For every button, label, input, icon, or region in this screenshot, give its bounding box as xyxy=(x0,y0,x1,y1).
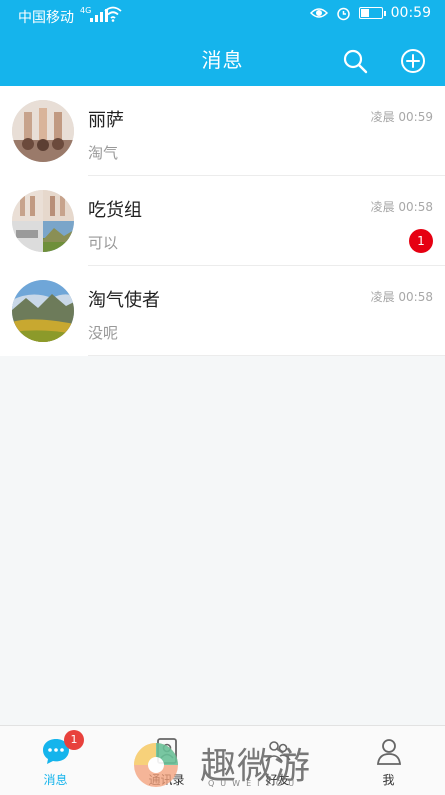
message-time: 凌晨 00:59 xyxy=(370,110,433,124)
wifi-icon xyxy=(104,6,122,22)
eye-icon xyxy=(309,8,328,18)
status-time: 00:59 xyxy=(390,5,431,21)
tab-badge: 1 xyxy=(64,730,84,750)
conversation-list: 丽萨 淘气 凌晨 00:59 吃货组 可以 凌晨 00:58 1 淘气使者 没呢… xyxy=(0,86,445,356)
watermark-logo-icon xyxy=(134,743,178,787)
app-header: 中国移动 4G 00:59 消息 xyxy=(0,0,445,86)
divider xyxy=(88,355,445,356)
watermark: 趣微游 QUWEIYOU xyxy=(130,735,330,793)
avatar xyxy=(12,100,74,162)
network-type-label: 4G xyxy=(80,6,92,15)
contact-name: 吃货组 xyxy=(88,200,142,221)
message-preview: 淘气 xyxy=(88,144,119,162)
conversation-row[interactable]: 丽萨 淘气 凌晨 00:59 xyxy=(0,86,445,176)
status-bar: 中国移动 4G 00:59 xyxy=(0,0,445,32)
message-time: 凌晨 00:58 xyxy=(370,200,433,214)
watermark-subtext: QUWEIYOU xyxy=(208,779,301,788)
search-icon[interactable] xyxy=(342,48,368,74)
avatar xyxy=(12,190,74,252)
alarm-icon xyxy=(336,7,350,20)
person-icon xyxy=(376,739,401,765)
conversation-row[interactable]: 淘气使者 没呢 凌晨 00:58 xyxy=(0,266,445,356)
group-avatar-icon xyxy=(12,190,74,252)
tab-label: 消息 xyxy=(43,773,68,787)
title-bar: 消息 xyxy=(0,32,445,86)
avatar-photo-icon xyxy=(12,280,74,342)
tab-me[interactable]: 我 xyxy=(333,726,444,795)
contact-name: 丽萨 xyxy=(88,110,124,131)
tab-messages[interactable]: 1 消息 xyxy=(0,726,111,795)
message-time: 凌晨 00:58 xyxy=(370,290,433,304)
carrier-label: 中国移动 xyxy=(18,10,74,26)
add-icon[interactable] xyxy=(400,48,426,74)
avatar-photo-icon xyxy=(12,100,74,162)
conversation-row[interactable]: 吃货组 可以 凌晨 00:58 1 xyxy=(0,176,445,266)
unread-badge: 1 xyxy=(409,229,433,253)
avatar xyxy=(12,280,74,342)
tab-label: 我 xyxy=(382,773,395,787)
page-title: 消息 xyxy=(201,48,244,72)
message-preview: 可以 xyxy=(88,234,119,252)
contact-name: 淘气使者 xyxy=(88,290,160,311)
message-preview: 没呢 xyxy=(88,324,119,342)
battery-icon xyxy=(358,7,386,19)
